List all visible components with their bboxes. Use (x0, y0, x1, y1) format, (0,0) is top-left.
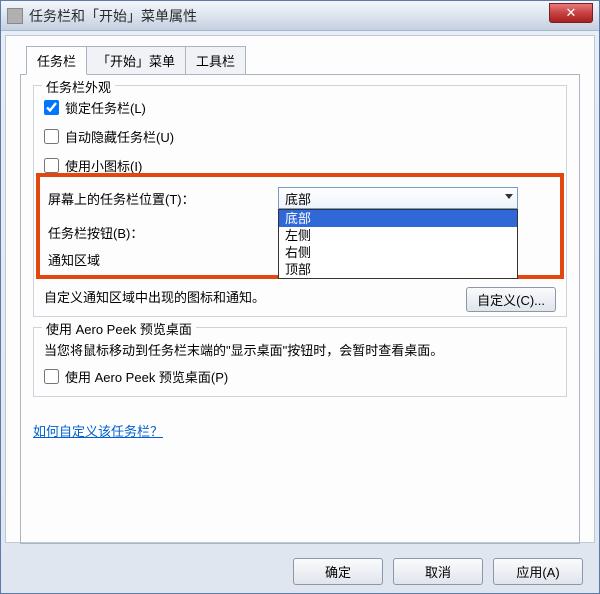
location-row: 屏幕上的任务栏位置(T)： 底部 底部 左侧 右侧 顶部 (48, 187, 552, 209)
tab-toolbars[interactable]: 工具栏 (185, 46, 246, 75)
customize-button[interactable]: 自定义(C)... (466, 287, 556, 312)
location-dropdown: 底部 左侧 右侧 顶部 (278, 209, 518, 279)
lock-taskbar-label: 锁定任务栏(L) (65, 98, 146, 117)
lock-taskbar-checkbox[interactable] (44, 100, 59, 115)
highlight-annotation: 屏幕上的任务栏位置(T)： 底部 底部 左侧 右侧 顶部 (36, 173, 564, 279)
tab-taskbar[interactable]: 任务栏 (26, 46, 87, 75)
appearance-group-title: 任务栏外观 (42, 77, 115, 96)
location-selected-value: 底部 (285, 189, 311, 208)
small-icons-checkbox[interactable] (44, 158, 59, 173)
appearance-group: 任务栏外观 锁定任务栏(L) 自动隐藏任务栏(U) 使用小图标(I) 屏幕上的任… (33, 85, 567, 317)
autohide-label: 自动隐藏任务栏(U) (65, 127, 174, 146)
window-icon (7, 8, 23, 24)
location-label: 屏幕上的任务栏位置(T)： (48, 189, 278, 208)
help-link[interactable]: 如何自定义该任务栏？ (33, 424, 163, 439)
location-option-top[interactable]: 顶部 (279, 261, 517, 278)
aero-group: 使用 Aero Peek 预览桌面 当您将鼠标移动到任务栏末端的"显示桌面"按钮… (33, 327, 567, 397)
location-combobox[interactable]: 底部 底部 左侧 右侧 顶部 (278, 187, 518, 209)
cancel-button[interactable]: 取消 (393, 558, 483, 585)
properties-window: 任务栏和「开始」菜单属性 ✕ 任务栏 「开始」菜单 工具栏 任务栏外观 锁定任务… (0, 0, 600, 594)
apply-button[interactable]: 应用(A) (493, 558, 583, 585)
tab-panel: 任务栏外观 锁定任务栏(L) 自动隐藏任务栏(U) 使用小图标(I) 屏幕上的任… (20, 74, 580, 544)
lock-taskbar-row: 锁定任务栏(L) (44, 98, 556, 117)
notify-row: 自定义通知区域中出现的图标和通知。 自定义(C)... (44, 287, 556, 312)
close-icon: ✕ (566, 5, 577, 20)
chevron-down-icon (505, 194, 513, 199)
dialog-buttons: 确定 取消 应用(A) (293, 558, 583, 585)
aero-peek-checkbox[interactable] (44, 369, 59, 384)
window-title: 任务栏和「开始」菜单属性 (29, 6, 197, 26)
tab-start-menu[interactable]: 「开始」菜单 (86, 46, 186, 75)
dialog-content: 任务栏 「开始」菜单 工具栏 任务栏外观 锁定任务栏(L) 自动隐藏任务栏(U)… (5, 35, 595, 543)
notify-desc: 自定义通知区域中出现的图标和通知。 (44, 287, 265, 306)
aero-desc: 当您将鼠标移动到任务栏末端的"显示桌面"按钮时，会暂时查看桌面。 (44, 340, 556, 359)
buttons-label: 任务栏按钮(B)： (48, 223, 278, 242)
autohide-checkbox[interactable] (44, 129, 59, 144)
location-option-left[interactable]: 左侧 (279, 227, 517, 244)
close-button[interactable]: ✕ (549, 3, 593, 23)
aero-group-title: 使用 Aero Peek 预览桌面 (42, 319, 196, 338)
ok-button[interactable]: 确定 (293, 558, 383, 585)
tab-strip: 任务栏 「开始」菜单 工具栏 (26, 46, 580, 75)
titlebar[interactable]: 任务栏和「开始」菜单属性 ✕ (1, 1, 599, 31)
aero-checkbox-row: 使用 Aero Peek 预览桌面(P) (44, 367, 556, 386)
aero-peek-label: 使用 Aero Peek 预览桌面(P) (65, 367, 228, 386)
location-option-right[interactable]: 右侧 (279, 244, 517, 261)
autohide-row: 自动隐藏任务栏(U) (44, 127, 556, 146)
location-option-bottom[interactable]: 底部 (279, 210, 517, 227)
